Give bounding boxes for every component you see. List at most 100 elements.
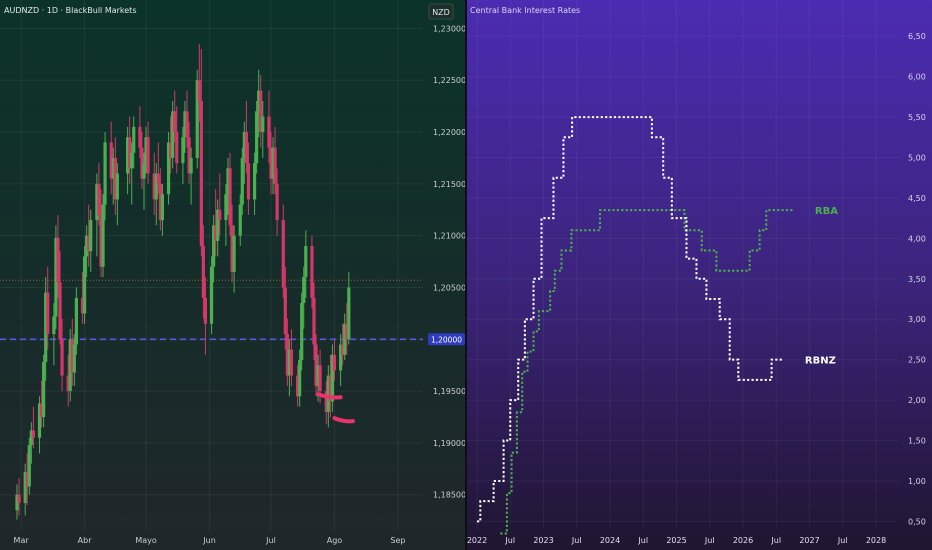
- candle-body[interactable]: [267, 116, 271, 148]
- rates-y-tick-label: 1,00: [908, 477, 926, 486]
- rates-y-tick-label: 5,50: [908, 113, 926, 122]
- candle-body[interactable]: [347, 287, 351, 340]
- candle-body[interactable]: [74, 297, 78, 345]
- candle-body[interactable]: [209, 266, 214, 324]
- candle-body[interactable]: [283, 287, 287, 335]
- rates-y-tick-label: 4,00: [908, 234, 926, 243]
- candle-body[interactable]: [298, 360, 302, 397]
- candle-body[interactable]: [115, 173, 119, 200]
- candle-body[interactable]: [132, 126, 136, 153]
- candle-body[interactable]: [181, 137, 185, 164]
- candle-body[interactable]: [27, 444, 31, 487]
- audnzd-y-tick-label: 1,20500: [433, 283, 466, 292]
- audnzd-x-tick-label: Sep: [390, 536, 405, 545]
- candle-body[interactable]: [58, 282, 62, 340]
- audnzd-y-tick-label: 1,21000: [433, 232, 466, 241]
- candle-body[interactable]: [244, 132, 248, 164]
- candle-body[interactable]: [82, 256, 87, 314]
- candle-body[interactable]: [218, 209, 222, 221]
- rates-x-tick-label: 2026: [733, 536, 753, 545]
- rates-series-label-rba: RBA: [815, 206, 838, 217]
- rates-x-tick-label: Jul: [770, 536, 781, 545]
- candle-body[interactable]: [60, 339, 64, 376]
- candle-body[interactable]: [302, 277, 306, 304]
- candle-body[interactable]: [156, 173, 160, 184]
- candle-body[interactable]: [203, 297, 208, 324]
- candle-body[interactable]: [173, 111, 177, 133]
- candle-body[interactable]: [252, 163, 257, 200]
- rates-title: Central Bank Interest Rates: [470, 6, 580, 15]
- candle-body[interactable]: [89, 220, 93, 252]
- rates-panel-background: [467, 0, 932, 550]
- candle-body[interactable]: [142, 163, 146, 179]
- candle-body[interactable]: [199, 100, 203, 247]
- rates-y-tick-label: 4,50: [908, 194, 926, 203]
- rates-x-tick-label: Jul: [637, 536, 648, 545]
- candle-body[interactable]: [201, 246, 205, 298]
- audnzd-x-tick-label: Mar: [14, 536, 30, 545]
- candle-body[interactable]: [17, 494, 21, 504]
- candle-body[interactable]: [175, 132, 179, 164]
- candle-body[interactable]: [31, 430, 35, 438]
- candle-body[interactable]: [46, 292, 50, 335]
- candle-body[interactable]: [275, 183, 279, 221]
- candle-body[interactable]: [238, 204, 242, 236]
- candle-body[interactable]: [160, 194, 165, 221]
- candle-body[interactable]: [261, 116, 265, 133]
- audnzd-x-tick-label: Jul: [265, 536, 276, 545]
- candle-body[interactable]: [56, 237, 60, 283]
- candle-body[interactable]: [97, 183, 101, 215]
- candle-body[interactable]: [232, 235, 236, 272]
- rates-x-tick-label: 2027: [799, 536, 819, 545]
- rates-x-tick-label: Jul: [504, 536, 515, 545]
- candle-body[interactable]: [101, 204, 105, 267]
- candle-body[interactable]: [224, 194, 228, 221]
- rates-y-tick-label: 2,50: [908, 356, 926, 365]
- candle-body[interactable]: [72, 344, 76, 373]
- audnzd-x-tick-label: Abr: [78, 536, 93, 545]
- candle-body[interactable]: [255, 111, 259, 164]
- audnzd-x-tick-label: Mayo: [135, 536, 157, 545]
- candle-body[interactable]: [304, 246, 308, 278]
- candle-body[interactable]: [273, 147, 277, 184]
- audnzd-panel: Mar Abr Mayo Jun Jul Ago Sep 1,23000 1,22500 1,2…: [0, 0, 466, 550]
- candle-body[interactable]: [332, 354, 337, 371]
- candle-body[interactable]: [103, 142, 107, 205]
- symbol-title: AUDNZD · 1D · BlackBull Markets: [4, 6, 136, 15]
- candle-body[interactable]: [240, 157, 244, 205]
- rates-x-tick-label: 2025: [666, 536, 686, 545]
- rates-x-tick-label: 2024: [600, 536, 620, 545]
- rates-x-tick-label: Jul: [704, 536, 715, 545]
- candle-body[interactable]: [312, 297, 316, 345]
- audnzd-y-tick-label: 1,23000: [433, 24, 466, 33]
- audnzd-y-tick-label: 1,22500: [433, 76, 466, 85]
- candle-body[interactable]: [228, 168, 232, 226]
- candle-body[interactable]: [130, 152, 134, 169]
- rates-panel: RBA RBNZ 2022 Jul 2023 Jul 2024 Jul 2025 Jul 2026…: [467, 0, 932, 550]
- candle-body[interactable]: [138, 126, 142, 148]
- candle-body[interactable]: [42, 362, 46, 418]
- rates-y-tick-label: 5,00: [908, 154, 926, 163]
- candle-body[interactable]: [289, 349, 294, 376]
- candle-body[interactable]: [146, 137, 150, 174]
- candle-body[interactable]: [281, 220, 285, 288]
- rates-y-tick-label: 3,50: [908, 275, 926, 284]
- panel-divider: [465, 0, 467, 550]
- rates-y-tick-label: 2,00: [908, 396, 926, 405]
- rates-x-tick-label: Jul: [837, 536, 848, 545]
- rates-y-tick-label: 3,00: [908, 315, 926, 324]
- candle-body[interactable]: [185, 111, 189, 138]
- audnzd-price-marker-label: 1,20000: [431, 335, 462, 344]
- audnzd-y-tick-label: 1,19500: [433, 387, 466, 396]
- candle-body[interactable]: [310, 246, 314, 298]
- candle-body[interactable]: [300, 303, 304, 361]
- chart-canvas: Mar Abr Mayo Jun Jul Ago Sep 1,23000 1,22500 1,2…: [0, 0, 932, 550]
- candle-body[interactable]: [197, 80, 201, 101]
- candle-body[interactable]: [318, 365, 322, 392]
- candle-body[interactable]: [52, 316, 56, 335]
- candle-body[interactable]: [189, 157, 193, 174]
- candle-body[interactable]: [246, 163, 251, 200]
- audnzd-x-tick-label: Ago: [327, 536, 343, 545]
- rates-y-tick-label: 1,50: [908, 437, 926, 446]
- currency-label: NZD: [432, 8, 450, 17]
